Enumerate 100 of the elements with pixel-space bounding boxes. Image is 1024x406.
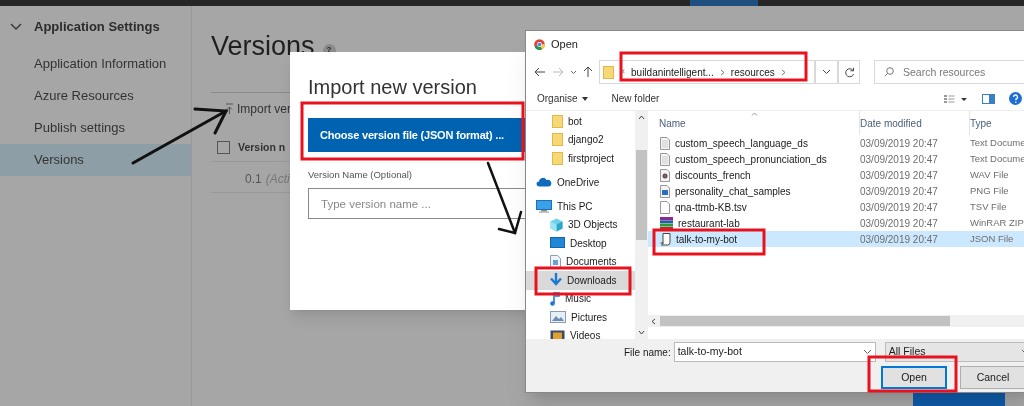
picture-icon [550,311,566,324]
refresh-button[interactable] [838,60,860,84]
sort-caret-icon [751,112,758,116]
blank-file-icon [660,200,670,214]
item-label: Pictures [571,310,608,325]
navigation-item[interactable]: Documents [526,252,635,271]
navigation-item[interactable]: Pictures [526,308,635,327]
breadcrumb[interactable]: resources [730,64,775,80]
item-label: OneDrive [557,175,600,190]
dialog-button[interactable]: Cancel [960,366,1024,389]
folder-icon [552,151,563,165]
scrollbar-thumb[interactable] [636,150,647,240]
organise-menu[interactable]: Organise [537,91,588,106]
file-row[interactable]: qna-ttmb-KB.tsv 03/09/2019 20:47 TSV File [648,199,1024,215]
file-name: custom_speech_language_ds [675,136,808,151]
scrollbar[interactable] [635,111,648,339]
file-row[interactable]: talk-to-my-bot 03/09/2019 20:47 JSON File [648,231,1024,247]
field-label: Version Name (Optional) [308,168,413,182]
new-folder-button[interactable]: New folder [611,91,660,106]
dialog-button[interactable]: Open [881,366,947,389]
refresh-icon [843,66,855,78]
date-modified: 03/09/2019 20:47 [860,136,939,151]
item-label: Downloads [567,273,617,288]
scroll-up-icon [638,115,645,120]
item-label: 3D Objects [568,218,618,233]
date-modified: 03/09/2019 20:47 [860,200,939,215]
address-bar[interactable]: « buildanintelligent... resources [599,60,815,84]
cloud-icon [536,177,552,188]
item-label: Documents [566,255,617,270]
preview-pane-icon [982,93,995,104]
folder-icon [552,133,563,147]
horizontal-scrollbar[interactable] [648,315,1024,327]
file-name: discounts_french [675,168,751,183]
file-name: custom_speech_pronunciation_ds [675,152,827,167]
document-icon [550,254,561,269]
sidebar-item[interactable]: Azure Resources [0,80,191,112]
select-all-checkbox[interactable] [217,141,230,155]
sidebar-item[interactable]: Publish settings [0,112,191,144]
item-label: Desktop [570,236,607,251]
field-label: File name: [624,345,671,360]
navigation-item[interactable]: Downloads [526,271,635,290]
download-icon [550,273,562,288]
item-label: django2 [568,133,604,148]
navigation-item[interactable]: firstproject [526,149,635,168]
item-label: Videos [570,329,601,339]
overflow-chevron[interactable]: « [620,65,625,79]
books-icon [660,216,673,230]
field-value: talk-to-my-bot [677,344,742,360]
file-name-field[interactable]: talk-to-my-bot [673,342,876,362]
file-row[interactable]: restaurant-lab 03/09/2019 20:47 WinRAR ZIP [648,215,1024,231]
sidebar-item[interactable]: Versions [0,144,191,176]
version-cell-text: 0.1 [245,171,262,188]
column-header[interactable]: Name [659,115,686,131]
file-type: PNG File [970,183,1009,198]
item-label: bot [568,114,582,129]
dropdown-value: All Files [888,344,926,360]
search-field[interactable]: Search resources [874,60,1024,84]
file-type: WinRAR ZIP [970,215,1024,230]
caret-icon [581,96,588,101]
item-label: This PC [557,199,593,214]
section-heading[interactable]: Application Settings [34,17,160,37]
chevron-icon [822,69,832,75]
text-file-icon [660,136,670,150]
column-header[interactable]: Type [970,115,992,131]
folder-icon [603,65,614,79]
upload-icon [225,103,234,115]
date-modified: 03/09/2019 20:47 [860,232,939,247]
breadcrumb[interactable]: buildanintelligent... [631,64,714,80]
navigation-item[interactable]: Desktop [526,234,635,253]
date-modified: 03/09/2019 20:47 [860,184,939,199]
view-options-icon [944,93,968,104]
image-file-icon [660,184,670,198]
file-type: WAV File [970,167,1009,182]
music-note-icon [550,291,560,306]
file-row[interactable]: discounts_french 03/09/2019 20:47 WAV File [648,167,1024,183]
up-icon [583,66,593,78]
back-icon [534,67,546,77]
text-file-icon [660,152,670,166]
scrollbar-thumb[interactable] [660,316,950,326]
cube-icon [550,217,563,232]
chevron-icon [780,68,786,76]
file-name: personality_chat_samples [675,184,791,199]
page-title: Versions [211,30,315,63]
sidebar-item[interactable]: Application Information [0,48,191,80]
file-name: talk-to-my-bot [676,232,738,247]
computer-icon [536,199,552,213]
file-type: TSV File [970,199,1007,214]
active-tab-indicator [690,0,758,6]
scroll-down-icon [638,330,645,335]
forward-icon [552,67,564,77]
chevron-icon [862,349,872,355]
date-modified: 03/09/2019 20:47 [860,216,939,231]
file-name: qna-ttmb-KB.tsv [675,200,747,215]
import-version-link[interactable]: Import ver [237,100,291,118]
browser-logo-icon [534,38,545,50]
item-label: firstproject [568,151,615,166]
dialog-title: Open [551,36,578,52]
column-header[interactable]: Date modified [860,115,922,131]
file-row[interactable]: personality_chat_samples 03/09/2019 20:47 PNG File [648,183,1024,199]
folder-icon [552,114,563,128]
